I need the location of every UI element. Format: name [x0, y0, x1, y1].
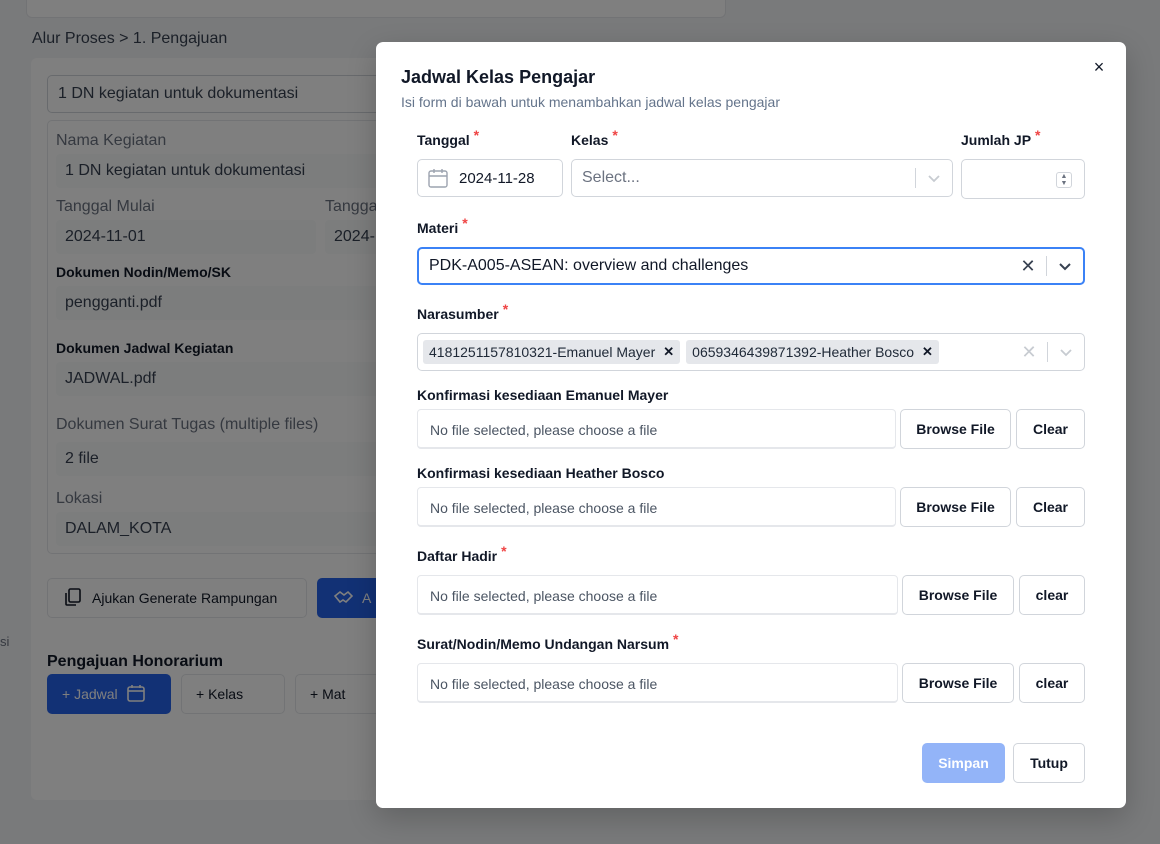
required-mark: *	[473, 127, 480, 143]
clear-selection-icon[interactable]: ✕	[1011, 334, 1047, 370]
chevron-down-icon[interactable]	[1048, 334, 1084, 370]
kelas-placeholder: Select...	[582, 169, 640, 186]
konfirmasi-heather-label: Konfirmasi kesediaan Heather Bosco	[417, 465, 665, 481]
chip-label: 4181251157810321-Emanuel Mayer	[429, 344, 656, 360]
modal-title: Jadwal Kelas Pengajar	[401, 67, 596, 87]
surat-undangan-file-input[interactable]: No file selected, please choose a file	[417, 663, 898, 703]
close-icon[interactable]: ×	[1088, 56, 1110, 78]
materi-label: Materi *	[417, 215, 468, 236]
narasumber-chip: 4181251157810321-Emanuel Mayer ✕	[423, 340, 681, 364]
jumlah-jp-label: Jumlah JP *	[961, 127, 1041, 148]
konfirmasi-emanuel-file-input[interactable]: No file selected, please choose a file	[417, 409, 896, 449]
konfirmasi-heather-file-input[interactable]: No file selected, please choose a file	[417, 487, 896, 527]
tutup-button[interactable]: Tutup	[1013, 743, 1085, 783]
surat-undangan-clear-button[interactable]: clear	[1019, 663, 1085, 703]
jadwal-kelas-modal: × Jadwal Kelas Pengajar Isi form di bawa…	[376, 42, 1126, 808]
daftar-hadir-label: Daftar Hadir *	[417, 543, 507, 564]
required-mark: *	[462, 215, 468, 231]
narasumber-chip: 0659346439871392-Heather Bosco ✕	[686, 340, 939, 364]
daftar-hadir-clear-button[interactable]: clear	[1019, 575, 1085, 615]
modal-subtitle: Isi form di bawah untuk menambahkan jadw…	[401, 94, 780, 110]
kelas-select[interactable]: Select...	[571, 159, 953, 197]
chip-label: 0659346439871392-Heather Bosco	[692, 344, 915, 360]
konfirmasi-heather-browse-button[interactable]: Browse File	[900, 487, 1011, 527]
required-mark: *	[612, 127, 618, 143]
konfirmasi-emanuel-browse-button[interactable]: Browse File	[900, 409, 1011, 449]
tanggal-date-input[interactable]: 2024-11-28	[417, 159, 563, 197]
required-mark: *	[502, 301, 509, 317]
jumlah-jp-input[interactable]: ▲ ▼	[961, 159, 1085, 199]
clear-selection-icon[interactable]: ✕	[1010, 249, 1046, 283]
konfirmasi-emanuel-clear-button[interactable]: Clear	[1016, 409, 1085, 449]
daftar-hadir-file-input[interactable]: No file selected, please choose a file	[417, 575, 898, 615]
surat-undangan-browse-button[interactable]: Browse File	[902, 663, 1014, 703]
tanggal-value: 2024-11-28	[459, 169, 535, 187]
konfirmasi-heather-clear-button[interactable]: Clear	[1016, 487, 1085, 527]
surat-undangan-label: Surat/Nodin/Memo Undangan Narsum *	[417, 631, 679, 652]
required-mark: *	[501, 543, 507, 559]
required-mark: *	[1035, 127, 1041, 143]
calendar-icon	[418, 167, 449, 189]
konfirmasi-emanuel-label: Konfirmasi kesediaan Emanuel Mayer	[417, 387, 669, 403]
simpan-button[interactable]: Simpan	[922, 743, 1005, 783]
materi-select[interactable]: PDK-A005-ASEAN: overview and challenges …	[417, 247, 1085, 285]
chevron-down-icon[interactable]	[916, 160, 952, 196]
narasumber-label: Narasumber *	[417, 301, 509, 322]
chevron-down-icon[interactable]	[1047, 249, 1083, 283]
kelas-label: Kelas *	[571, 127, 618, 148]
number-spinner-icon[interactable]: ▲ ▼	[1056, 172, 1072, 188]
narasumber-multiselect[interactable]: 4181251157810321-Emanuel Mayer ✕ 0659346…	[417, 333, 1085, 371]
required-mark: *	[673, 631, 679, 647]
remove-chip-icon[interactable]: ✕	[663, 344, 674, 360]
tanggal-label: Tanggal *	[417, 127, 480, 148]
daftar-hadir-browse-button[interactable]: Browse File	[902, 575, 1014, 615]
remove-chip-icon[interactable]: ✕	[922, 344, 933, 360]
materi-value: PDK-A005-ASEAN: overview and challenges	[429, 257, 749, 274]
